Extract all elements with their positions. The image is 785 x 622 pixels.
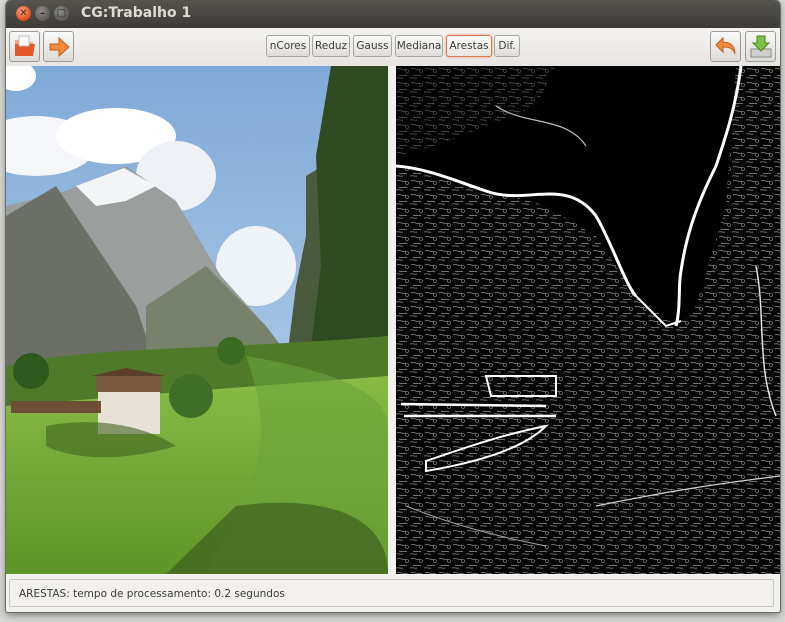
filter-gauss-button[interactable]: Gauss xyxy=(353,35,392,57)
toolbar: nCores Reduz Gauss Mediana Arestas Dif. xyxy=(6,28,780,67)
save-download-icon xyxy=(750,35,772,58)
forward-button[interactable] xyxy=(43,31,74,62)
status-bar: ARESTAS: tempo de processamento: 0.2 seg… xyxy=(9,579,774,607)
maximize-window-button[interactable]: □ xyxy=(54,6,69,21)
filter-ncores-button[interactable]: nCores xyxy=(266,35,310,57)
edge-result-image xyxy=(396,66,780,574)
titlebar[interactable]: ✕ – □ CG:Trabalho 1 xyxy=(6,0,780,28)
open-folder-icon xyxy=(15,35,35,56)
filter-reduz-button[interactable]: Reduz xyxy=(312,35,350,57)
original-image xyxy=(6,66,388,574)
undo-button[interactable] xyxy=(710,31,741,62)
open-file-button[interactable] xyxy=(9,31,40,62)
minimize-window-button[interactable]: – xyxy=(35,6,50,21)
save-button[interactable] xyxy=(745,31,776,62)
arrow-right-icon xyxy=(49,36,70,58)
filter-arestas-button[interactable]: Arestas xyxy=(446,35,492,57)
window-title: CG:Trabalho 1 xyxy=(81,5,192,21)
filter-dif-button[interactable]: Dif. xyxy=(494,35,520,57)
panel-divider[interactable] xyxy=(388,66,396,574)
filter-mediana-button[interactable]: Mediana xyxy=(395,35,443,57)
app-window: ✕ – □ CG:Trabalho 1 nCores Reduz Gauss M… xyxy=(6,0,780,612)
close-window-button[interactable]: ✕ xyxy=(16,6,31,21)
undo-arrow-icon xyxy=(715,36,736,55)
